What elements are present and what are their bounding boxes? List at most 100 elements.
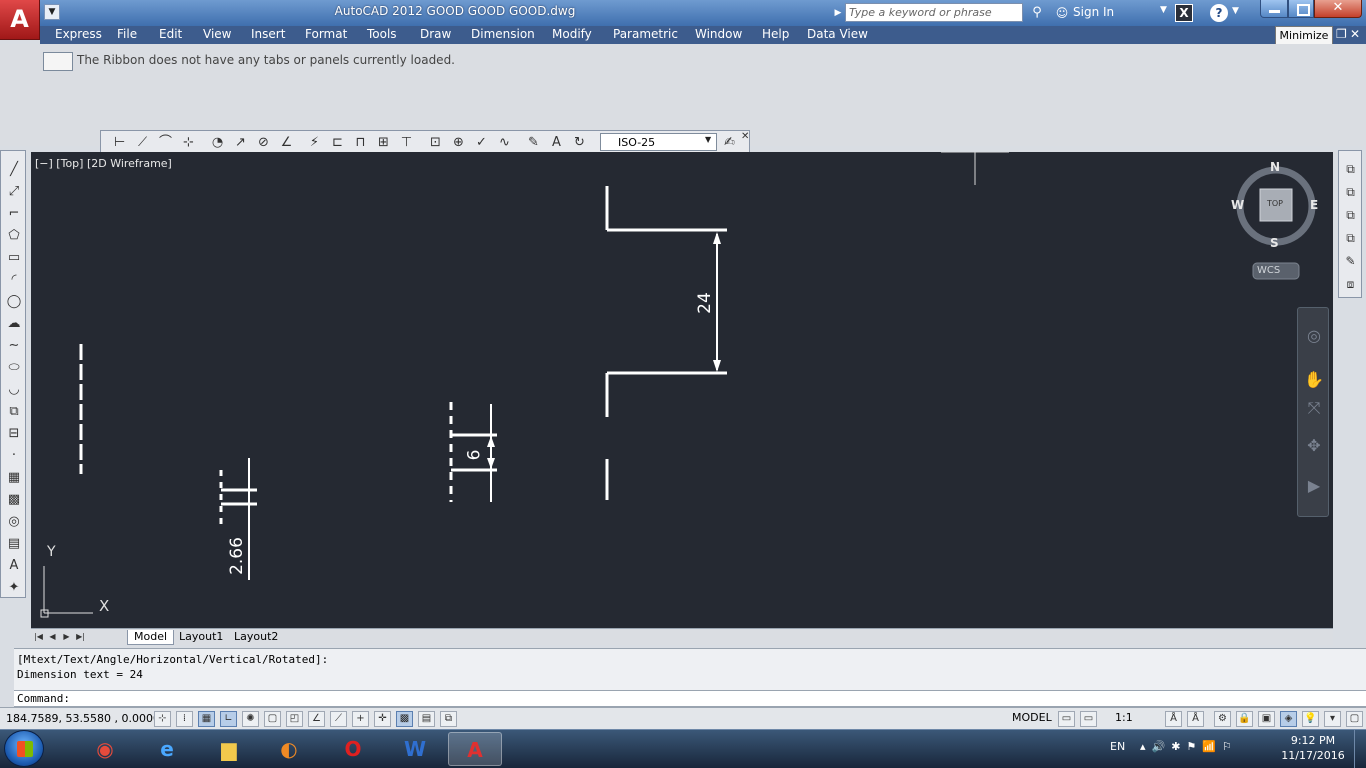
internet-explorer-icon[interactable]: e <box>140 732 194 766</box>
showmotion-icon[interactable]: ▶ <box>1304 476 1324 496</box>
toolbar-close-icon[interactable]: ✕ <box>741 131 749 142</box>
jogged-dimension-icon[interactable]: ↗ <box>232 134 249 151</box>
clean-screen-icon[interactable]: ▢ <box>1346 711 1363 727</box>
aligned-dimension-icon[interactable]: ⟋ <box>134 134 151 151</box>
search-input[interactable]: Type a keyword or phrase <box>845 3 1023 22</box>
orbit-icon[interactable]: ✥ <box>1304 436 1324 456</box>
exchange-apps-icon[interactable]: X <box>1175 4 1193 22</box>
add-selected-icon[interactable]: ✦ <box>5 579 23 597</box>
system-clock[interactable]: 9:12 PM 11/17/2016 <box>1278 733 1348 763</box>
menu-data-view[interactable]: Data View <box>807 27 868 41</box>
firefox-icon[interactable]: ◐ <box>262 732 316 766</box>
hardware-acceleration-icon[interactable]: ▣ <box>1258 711 1275 727</box>
show-desktop-button[interactable] <box>1354 730 1366 768</box>
hatch-to-back-icon[interactable]: ⧈ <box>1342 276 1359 293</box>
lineweight-icon[interactable]: ✛ <box>374 711 391 727</box>
text-to-front-icon[interactable]: ✎ <box>1342 253 1359 270</box>
first-tab-icon[interactable]: |◀ <box>33 631 44 643</box>
viewcube-north[interactable]: N <box>1270 160 1280 174</box>
menu-dimension[interactable]: Dimension <box>471 27 535 41</box>
model-space-toggle[interactable]: MODEL <box>1012 711 1052 724</box>
insert-block-icon[interactable]: ⧉ <box>5 403 23 421</box>
cursor-coordinates[interactable]: 184.7589, 53.5580 , 0.0000 <box>6 712 160 725</box>
radius-dimension-icon[interactable]: ◔ <box>209 134 226 151</box>
dimension-style-icon[interactable]: ✍ <box>721 134 738 151</box>
angular-dimension-icon[interactable]: ∠ <box>278 134 295 151</box>
maximize-window-button[interactable] <box>1288 0 1314 18</box>
3d-object-snap-icon[interactable]: ◰ <box>286 711 303 727</box>
dynamic-ucs-icon[interactable]: ⟋ <box>330 711 347 727</box>
isolate-objects-icon[interactable]: ◈ <box>1280 711 1297 727</box>
send-to-back-icon[interactable]: ⧉ <box>1342 184 1359 201</box>
status-menu-icon[interactable]: ▾ <box>1324 711 1341 727</box>
line-icon[interactable]: ╱ <box>5 161 23 179</box>
last-tab-icon[interactable]: ▶| <box>75 631 86 643</box>
application-menu-button[interactable]: A <box>0 0 40 40</box>
document-close-icon[interactable]: ✕ <box>1350 27 1364 41</box>
menu-edit[interactable]: Edit <box>159 27 182 41</box>
auto-scale-icon[interactable]: Å <box>1187 711 1204 727</box>
annotation-visibility-icon[interactable]: Å <box>1165 711 1182 727</box>
arc-length-icon[interactable]: ⌒ <box>157 134 174 151</box>
rectangle-icon[interactable]: ▭ <box>5 249 23 267</box>
polygon-icon[interactable]: ⬠ <box>5 227 23 245</box>
drawing-canvas[interactable]: [−] [Top] [2D Wireframe] 24 6 2.66 Y X N… <box>31 152 1333 628</box>
polar-tracking-icon[interactable]: ✺ <box>242 711 259 727</box>
menu-parametric[interactable]: Parametric <box>613 27 678 41</box>
tolerance-icon[interactable]: ⊡ <box>427 134 444 151</box>
viewcube-east[interactable]: E <box>1310 198 1318 212</box>
menu-window[interactable]: Window <box>695 27 742 41</box>
language-indicator[interactable]: EN <box>1110 740 1125 753</box>
zoom-icon[interactable]: ⤧ <box>1304 398 1324 418</box>
menu-express[interactable]: Express <box>55 27 102 41</box>
polyline-icon[interactable]: ⌐ <box>5 205 23 223</box>
snap-mode-icon[interactable]: ⁞ <box>176 711 193 727</box>
sign-in-dropdown-icon[interactable]: ▼ <box>1160 5 1167 15</box>
tray-icons[interactable]: ▴🔊✱⚑📶⚐ <box>1140 740 1238 753</box>
dimension-text-2-66[interactable]: 2.66 <box>227 537 247 575</box>
region-icon[interactable]: ◎ <box>5 513 23 531</box>
transparency-icon[interactable]: ▩ <box>396 711 413 727</box>
multiline-text-icon[interactable]: A <box>5 557 23 575</box>
point-icon[interactable]: · <box>5 447 23 465</box>
opera-icon[interactable]: O <box>326 732 380 766</box>
ortho-mode-icon[interactable]: ∟ <box>220 711 237 727</box>
file-explorer-icon[interactable]: ▆ <box>202 732 256 766</box>
word-icon[interactable]: W <box>388 732 442 766</box>
center-mark-icon[interactable]: ⊕ <box>450 134 467 151</box>
tab-layout2[interactable]: Layout2 <box>228 630 284 645</box>
wcs-menu[interactable]: WCS <box>1257 265 1280 276</box>
viewcube-west[interactable]: W <box>1231 198 1244 212</box>
bring-to-front-icon[interactable]: ⧉ <box>1342 161 1359 178</box>
menu-view[interactable]: View <box>203 27 231 41</box>
annotation-scale-select[interactable]: 1:1 <box>1115 711 1133 724</box>
dimension-break-icon[interactable]: ⊤ <box>398 134 415 151</box>
viewcube-south[interactable]: S <box>1270 236 1279 250</box>
spline-icon[interactable]: ∼ <box>5 337 23 355</box>
steering-wheel-icon[interactable]: ◎ <box>1304 326 1324 346</box>
next-tab-icon[interactable]: ▶ <box>61 631 72 643</box>
construction-line-icon[interactable]: ⤢ <box>5 183 23 201</box>
object-snap-icon[interactable]: ▢ <box>264 711 281 727</box>
pan-icon[interactable]: ✋ <box>1304 370 1324 390</box>
workspace-switching-icon[interactable]: ⚙ <box>1214 711 1231 727</box>
viewcube-top-face[interactable]: TOP <box>1267 199 1283 208</box>
bulb-icon[interactable]: 💡 <box>1302 711 1319 727</box>
jogged-linear-icon[interactable]: ∿ <box>496 134 513 151</box>
tab-model[interactable]: Model <box>127 630 175 645</box>
ellipse-arc-icon[interactable]: ◡ <box>5 381 23 399</box>
bring-above-icon[interactable]: ⧉ <box>1342 207 1359 224</box>
menu-format[interactable]: Format <box>305 27 347 41</box>
make-block-icon[interactable]: ⊟ <box>5 425 23 443</box>
menu-draw[interactable]: Draw <box>420 27 451 41</box>
user-icon[interactable]: ☺ <box>1054 4 1070 22</box>
menu-modify[interactable]: Modify <box>552 27 592 41</box>
dynamic-input-icon[interactable]: + <box>352 711 369 727</box>
dimension-update-icon[interactable]: ↻ <box>571 134 588 151</box>
document-restore-icon[interactable]: ❐ <box>1336 27 1348 41</box>
continue-dimension-icon[interactable]: ⊓ <box>352 134 369 151</box>
close-window-button[interactable]: ✕ <box>1314 0 1362 18</box>
gradient-icon[interactable]: ▩ <box>5 491 23 509</box>
menu-file[interactable]: File <box>117 27 137 41</box>
sign-in-button[interactable]: Sign In <box>1073 5 1114 19</box>
